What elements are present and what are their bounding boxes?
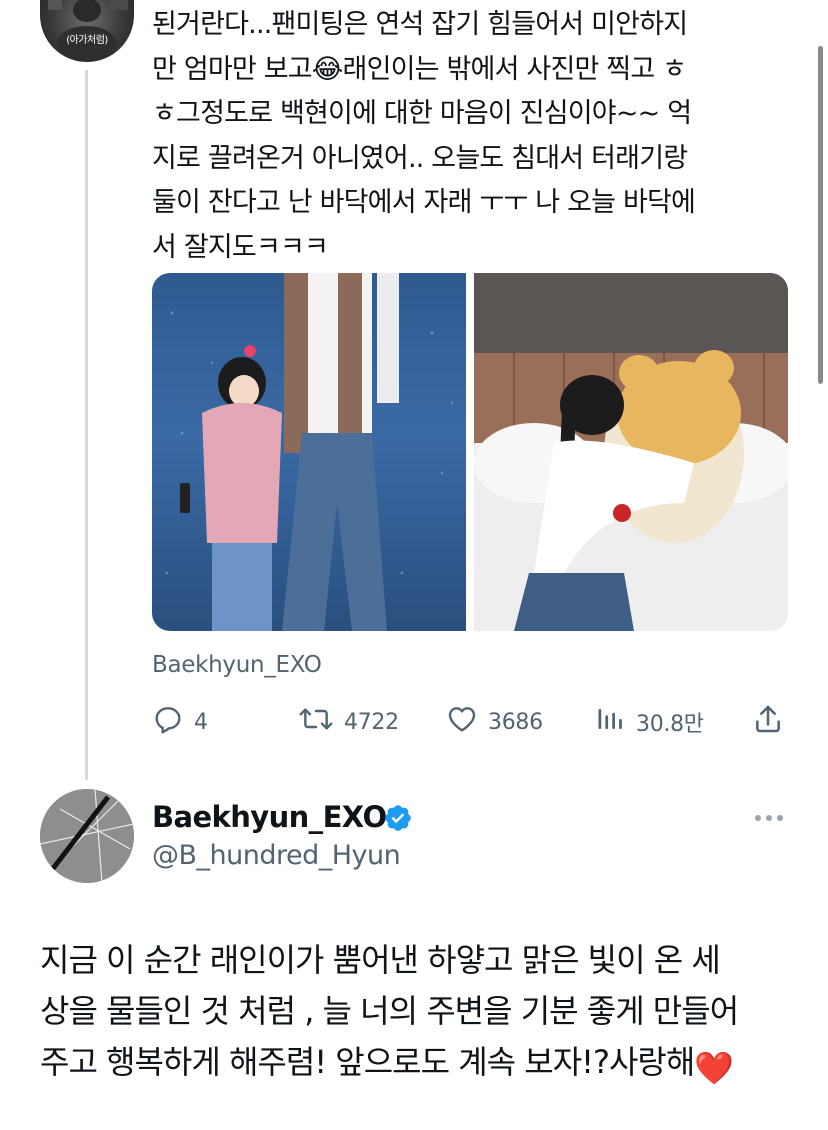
verified-badge-icon [383,803,413,837]
share-button[interactable] [752,703,784,741]
tweet-photo-right[interactable] [474,273,788,631]
author-avatar[interactable] [40,789,134,883]
replied-user-avatar[interactable]: (아가처럼) [40,0,134,62]
scrollbar-thumb[interactable] [818,46,823,384]
tweet-photo-left[interactable] [152,273,466,631]
heart-emoji: ❤️ [694,1049,734,1087]
author-display-name[interactable]: Baekhyun_EXO [152,800,387,834]
views-button[interactable]: 30.8만 [596,703,704,741]
heart-icon [446,703,478,741]
views-icon [596,704,626,740]
reply-count: 4 [194,709,208,735]
reply-tweet-text: 된거란다...팬미팅은 연석 잡기 힘들어서 미안하지 만 엄마만 보고😂래인이… [152,9,696,263]
photo-cutout-standee [165,273,454,631]
avatar-logo-image [40,789,134,883]
photo-bed-plush [474,273,788,631]
reply-icon [152,703,184,741]
author-handle[interactable]: @B_hundred_Hyun [152,840,401,871]
tweet-action-bar: 4 4722 3686 30.8만 [0,703,828,741]
avatar-caption: (아가처럼) [66,35,108,46]
thread-connector-line [85,70,88,780]
share-icon [752,703,784,741]
reply-button[interactable]: 4 [152,703,208,741]
more-dots-icon[interactable] [752,808,786,832]
main-tweet-body: 지금 이 순간 래인이가 뿜어낸 하얗고 맑은 빛이 온 세 상을 물들인 것 … [40,941,739,1081]
like-count: 3686 [488,709,543,735]
view-count: 30.8만 [636,712,704,737]
media-source-label[interactable]: Baekhyun_EXO [152,652,322,678]
like-button[interactable]: 3686 [446,703,543,741]
retweet-icon [298,703,334,741]
retweet-button[interactable]: 4722 [298,703,399,741]
main-tweet-text: 지금 이 순간 래인이가 뿜어낸 하얗고 맑은 빛이 온 세 상을 물들인 것 … [40,935,800,1094]
retweet-count: 4722 [344,709,399,735]
